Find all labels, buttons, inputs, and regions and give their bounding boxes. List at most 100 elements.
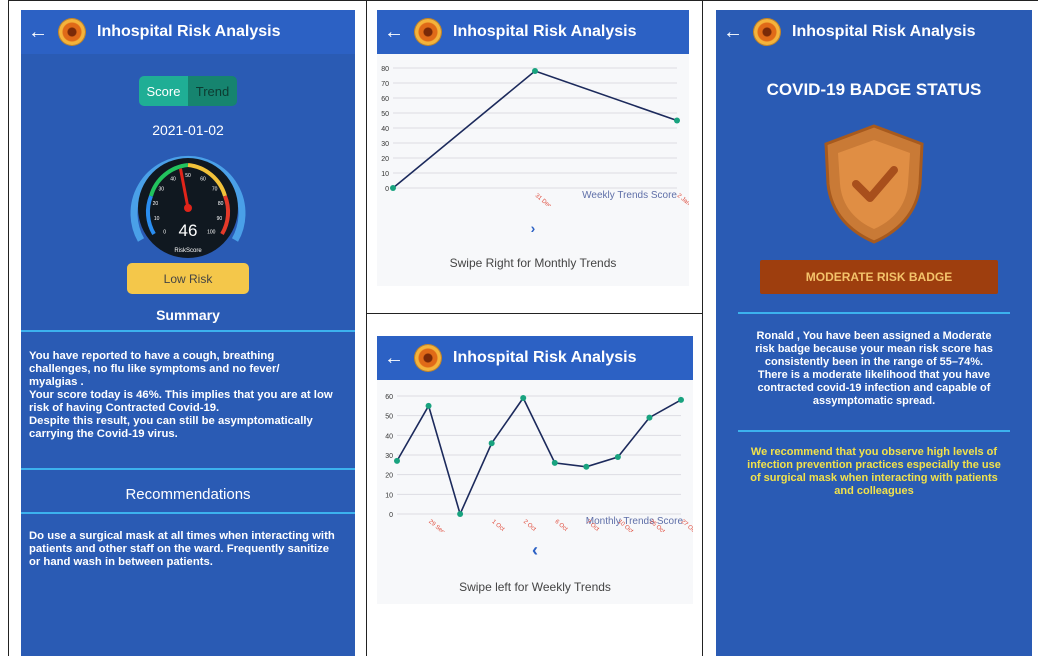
data-point [678, 396, 684, 403]
y-tick-label: 50 [385, 414, 393, 421]
app-logo [59, 19, 85, 45]
data-point [646, 414, 653, 421]
advice-line: infection prevention practices especiall… [747, 459, 1001, 471]
data-point [583, 463, 590, 470]
moderate-risk-badge-button[interactable]: MODERATE RISK BADGE [760, 260, 998, 294]
summary-line: carrying the Covid-19 virus. [29, 428, 178, 440]
badge-explanation: Ronald , You have been assigned a Modera… [738, 330, 1010, 408]
y-tick-label: 70 [381, 81, 389, 88]
back-arrow-icon[interactable]: ← [21, 21, 55, 44]
monthly-trends-chart: Monthly Trends Score 0 10 20 30 40 50 60 29 Sep… [385, 394, 693, 532]
back-arrow-icon[interactable]: ← [377, 347, 411, 370]
gauge-tick-label: 20 [153, 201, 159, 207]
summary-line: Despite this result, you can still be as… [29, 415, 313, 427]
x-tick-label: 2 Oct [522, 519, 537, 532]
frame-left-border [8, 0, 9, 656]
tab-score[interactable]: Score [139, 76, 188, 106]
app-logo [415, 19, 441, 45]
y-tick-label: 80 [381, 66, 389, 73]
gauge-hub [184, 204, 192, 212]
tab-trend[interactable]: Trend [188, 76, 237, 106]
recommendation-line: patients and other staff on the ward. Fr… [29, 543, 330, 555]
weekly-trends-chart: Weekly Trends Score 0 10 20 30 40 50 60 70 80 31 … [381, 66, 689, 206]
recommendations-heading: Recommendations [125, 486, 251, 503]
data-point [390, 185, 396, 191]
y-tick-label: 20 [381, 156, 389, 163]
x-tick-label: 29 Sep [427, 519, 446, 532]
gauge-tick-label: 100 [207, 229, 216, 235]
y-tick-label: 60 [385, 394, 393, 401]
chevron-right-icon[interactable]: › [523, 220, 543, 236]
frame-divider-1 [366, 0, 367, 656]
gauge-tick-label: 50 [185, 173, 191, 179]
recommendation-line: Do use a surgical mask at all times when… [29, 530, 335, 542]
summary-line: risk of having Contracted Covid-19. [29, 402, 220, 414]
badge-status-title: COVID-19 BADGE STATUS [766, 80, 982, 99]
x-tick-label: 1 Oct [490, 519, 505, 532]
advice-line: and colleagues [834, 485, 914, 497]
score-trend-toggle: Score Trend [139, 76, 237, 106]
swipe-hint: Swipe left for Weekly Trends [459, 580, 611, 594]
back-arrow-icon[interactable]: ← [716, 21, 750, 44]
divider-line [738, 430, 1010, 432]
back-arrow-icon[interactable]: ← [377, 21, 411, 44]
app-title: Inhospital Risk Analysis [792, 23, 976, 40]
advice-line: We recommend that you observe high level… [750, 446, 998, 458]
chart-caption: Monthly Trends Score [586, 516, 684, 527]
gauge-tick-label: 70 [212, 187, 218, 193]
data-point [614, 453, 621, 460]
data-point [488, 440, 495, 447]
app-bar: ← Inhospital Risk Analysis [377, 336, 693, 380]
recommendations-text: Do use a surgical mask at all times when… [29, 530, 347, 569]
frame-top-border [8, 0, 1038, 1]
risk-level-button[interactable]: Low Risk [127, 263, 249, 294]
summary-line: challenges, no flu like symptoms and no … [29, 363, 280, 375]
y-tick-label: 30 [381, 141, 389, 148]
summary-line: myalgias . [29, 376, 84, 388]
explanation-line: contracted covid-19 infection and capabl… [757, 382, 991, 394]
gauge-tick-label: 30 [159, 187, 165, 193]
y-tick-label: 0 [385, 186, 389, 193]
shield-check-icon [824, 124, 924, 244]
score-date: 2021-01-02 [152, 122, 224, 138]
app-bar: ← Inhospital Risk Analysis [21, 10, 355, 54]
score-screen: ← Inhospital Risk Analysis Score Trend 2… [21, 10, 355, 656]
badge-advice: We recommend that you observe high level… [738, 446, 1010, 498]
advice-line: of surgical mask when interacting with p… [750, 472, 998, 484]
y-tick-label: 40 [381, 126, 389, 133]
monthly-trends-screen: ← Inhospital Risk Analysis Monthly Trend… [377, 336, 693, 604]
series-line [392, 70, 678, 189]
y-tick-label: 0 [389, 512, 393, 519]
data-point [457, 511, 464, 517]
gauge-tick-label: 40 [170, 177, 176, 183]
gauge-tick-label: 60 [200, 177, 206, 183]
data-point [520, 394, 527, 401]
weekly-trends-screen: ← Inhospital Risk Analysis Weekly Trends… [377, 10, 689, 286]
summary-text: You have reported to have a cough, breat… [29, 350, 347, 441]
data-point [394, 457, 400, 464]
gauge-tick-label: 90 [217, 216, 223, 222]
risk-score-gauge: 0 10 20 30 40 50 60 70 80 90 100 46 RiskScore [130, 155, 246, 258]
y-tick-label: 50 [381, 111, 389, 118]
app-bar: ← Inhospital Risk Analysis [377, 10, 689, 54]
gauge-value: 46 [179, 221, 198, 240]
badge-status-screen: ← Inhospital Risk Analysis COVID-19 BADG… [716, 10, 1032, 656]
chevron-left-icon[interactable]: ‹ [525, 540, 545, 561]
gauge-tick-label: 80 [218, 201, 224, 207]
explanation-line: assymptomatic spread. [812, 395, 936, 407]
app-logo [754, 19, 780, 45]
swipe-hint: Swipe Right for Monthly Trends [449, 256, 617, 270]
divider-line [21, 468, 355, 470]
explanation-line: risk badge because your mean risk score … [755, 343, 993, 355]
y-tick-label: 10 [381, 171, 389, 178]
app-title: Inhospital Risk Analysis [453, 349, 637, 366]
explanation-line: consistently been in the range of 55–74%… [764, 356, 984, 368]
divider-line [21, 330, 355, 332]
summary-line: Your score today is 46%. This implies th… [29, 389, 333, 401]
summary-heading: Summary [156, 307, 220, 323]
summary-line: You have reported to have a cough, breat… [29, 350, 275, 362]
data-point [551, 459, 558, 466]
x-tick-label: 31 Dec [534, 193, 552, 206]
explanation-line: Ronald , You have been assigned a Modera… [756, 330, 992, 342]
gauge-tick-label: 0 [163, 229, 166, 235]
